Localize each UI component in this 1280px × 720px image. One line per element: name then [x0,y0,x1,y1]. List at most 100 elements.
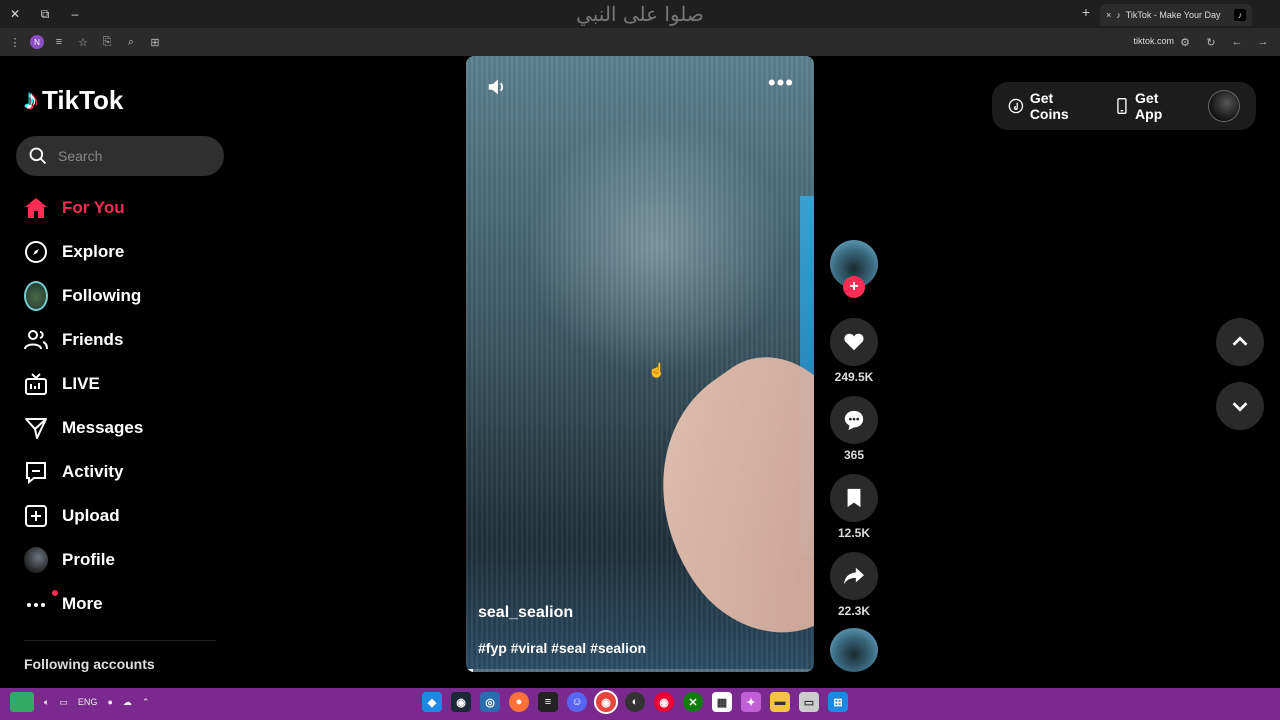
video-hashtags[interactable]: #fyp #viral #seal #sealion [478,640,646,656]
sidebar-item-activity[interactable]: Activity [16,450,226,494]
mic-tray-icon[interactable]: ● [107,697,112,707]
activity-icon [24,460,48,484]
previous-video-button[interactable] [1216,318,1264,366]
address-bar[interactable]: tiktok.com [1133,36,1174,46]
comment-icon [844,410,864,431]
obs-app-icon[interactable]: ◐ [625,692,645,712]
language-indicator[interactable]: ENG [78,697,98,707]
widget-icon[interactable] [10,692,34,712]
user-avatar[interactable] [1208,90,1241,122]
video-author[interactable]: seal_sealion [478,604,573,622]
os-taskbar: 🔈︎ ▭ ENG ● ☁ ⌃ ◆ ◉ ◎ ● ≡ ☺ ◉ ◐ ◉ ✕ ▦ ✦ ▬… [0,688,1280,720]
discord-app-icon[interactable]: ☺ [567,692,587,712]
zoom-icon[interactable]: ⌕ [122,33,140,51]
window-app-icon[interactable]: ▭ [799,692,819,712]
notification-dot [52,590,58,596]
sidebar-item-profile[interactable]: Profile [16,538,226,582]
heart-icon [844,333,864,351]
nav-controls: ⚙ ↻ ← → [1176,33,1272,51]
forward-icon[interactable]: → [1254,33,1272,51]
sidebar-item-friends[interactable]: Friends [16,318,226,362]
tab-close-icon[interactable]: × [1106,10,1111,20]
sidebar-item-more[interactable]: More [16,582,226,626]
friends-icon [24,328,48,352]
tray-expand-icon[interactable]: ⌃ [142,697,150,708]
phone-icon [1117,98,1127,114]
menu-dots-icon[interactable]: ⋮ [6,33,24,51]
search-input[interactable]: Search [16,136,224,176]
following-accounts-heading: Following accounts [24,656,155,672]
sidebar-item-label: Messages [62,418,144,437]
window-close-button[interactable]: ✕ [0,0,30,28]
chrome-app-icon[interactable]: ◉ [594,690,618,714]
sidebar-item-label: Following [62,286,142,305]
epic-app-icon[interactable]: ≡ [538,692,558,712]
compass-icon [24,240,48,264]
mouse-cursor-icon: ☝ [648,362,666,378]
follow-plus-icon[interactable]: + [843,276,865,298]
bookmark-star-icon[interactable]: ☆ [74,33,92,51]
next-video-button[interactable] [1216,382,1264,430]
comment-count: 365 [843,448,865,462]
comment-button[interactable] [830,396,878,444]
search-placeholder: Search [58,148,103,164]
volume-icon[interactable] [486,76,508,98]
browser-profile-avatar[interactable]: N [30,35,44,49]
get-coins-button[interactable]: Get Coins [1008,90,1095,122]
reading-list-icon[interactable]: ≡ [50,33,68,51]
calendar-app-icon[interactable]: ▦ [712,692,732,712]
window-minimize-button[interactable]: – [60,0,90,28]
sidebar-item-label: More [62,594,103,613]
video-more-options-icon[interactable]: ••• [768,70,794,96]
sidebar-item-upload[interactable]: Upload [16,494,226,538]
share-button[interactable] [830,552,878,600]
volume-tray-icon[interactable]: 🔈︎ [44,697,49,708]
window-restore-button[interactable]: ⧉ [30,0,60,28]
copilot-app-icon[interactable]: ✦ [741,692,761,712]
video-player[interactable]: ••• seal_sealion #fyp #viral #seal #seal… [466,56,814,672]
reload-icon[interactable]: ↻ [1202,33,1220,51]
sidebar-item-messages[interactable]: Messages [16,406,226,450]
next-video-avatar[interactable] [830,628,878,672]
firefox-app-icon[interactable]: ● [509,692,529,712]
site-settings-icon[interactable]: ⚙ [1176,33,1194,51]
tiktok-logo[interactable]: ♪ TikTok [24,84,123,116]
sidebar-item-following[interactable]: Following [16,274,226,318]
chevron-down-icon [1232,402,1248,412]
sidebar-item-label: Activity [62,462,124,481]
display-tray-icon[interactable]: ▭ [59,697,68,708]
store-app-icon[interactable]: ◆ [422,692,442,712]
video-progress-fill [466,669,473,672]
xbox-app-icon[interactable]: ✕ [683,692,703,712]
sidebar-item-for-you[interactable]: For You [16,186,226,230]
start-menu-icon[interactable]: ⊞ [828,692,848,712]
share-icon[interactable]: ⎘ [98,33,116,51]
save-button[interactable] [830,474,878,522]
back-icon[interactable]: ← [1228,33,1246,51]
new-tab-button[interactable]: + [1078,4,1094,24]
taskbar-apps: ◆ ◉ ◎ ● ≡ ☺ ◉ ◐ ◉ ✕ ▦ ✦ ▬ ▭ ⊞ [422,690,848,714]
file-explorer-app-icon[interactable]: ▬ [770,692,790,712]
video-progress-bar[interactable] [466,669,814,672]
more-icon [24,590,58,616]
sidebar-item-explore[interactable]: Explore [16,230,226,274]
like-button[interactable] [830,318,878,366]
translate-icon[interactable]: ⊞ [146,33,164,51]
get-app-button[interactable]: Get App [1115,90,1188,122]
sidebar-item-live[interactable]: LIVE [16,362,226,406]
chrome-profile-app-icon[interactable]: ◉ [654,692,674,712]
profile-avatar [24,547,48,573]
creator-avatar[interactable]: + [830,240,878,298]
tiktok-extension-icon[interactable]: ♪ [1234,9,1246,21]
coin-icon [1008,98,1024,114]
messages-icon [24,416,48,440]
sidebar-item-label: LIVE [62,374,100,393]
sidebar-item-label: Explore [62,242,125,261]
cloud-tray-icon[interactable]: ☁ [123,697,132,708]
tab-title: TikTok - Make Your Day [1125,10,1221,20]
vpn-app-icon[interactable]: ◎ [480,692,500,712]
header-actions: Get Coins Get App [992,82,1256,130]
browser-tab[interactable]: × ♪ TikTok - Make Your Day ♪ [1100,4,1252,26]
steam-app-icon[interactable]: ◉ [451,692,471,712]
search-icon [29,147,47,165]
